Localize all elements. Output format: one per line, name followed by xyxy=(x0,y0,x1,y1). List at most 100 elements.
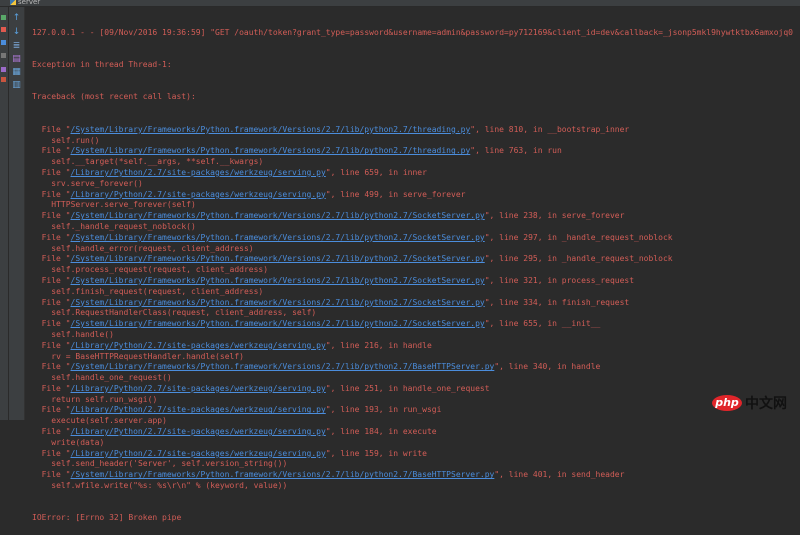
source-code-line: self.__target(*self.__args, **self.__kwa… xyxy=(51,157,264,167)
source-code-line: self.handle_error(request, client_addres… xyxy=(51,243,254,253)
source-code-line: self._handle_request_noblock() xyxy=(51,221,196,231)
file-path-link[interactable]: /Library/Python/2.7/site-packages/werkze… xyxy=(71,427,326,436)
traceback-frame: File "/System/Library/Frameworks/Python.… xyxy=(41,470,625,480)
line-number: 334 xyxy=(523,297,538,307)
source-code-line: self.send_header('Server', self.version_… xyxy=(51,459,288,469)
traceback-header: Traceback (most recent call last): xyxy=(32,92,196,102)
source-code-line: self.wfile.write("%s: %s\r\n" % (keyword… xyxy=(51,481,288,491)
file-path-link[interactable]: /System/Library/Frameworks/Python.framew… xyxy=(71,146,471,155)
traceback-frame: File "/Library/Python/2.7/site-packages/… xyxy=(41,167,427,177)
function-name: _handle_request_noblock xyxy=(561,254,673,264)
console-toolbar: ↑ ↓ ≣ ▤ ▦ ▥ xyxy=(9,7,25,420)
file-path-link[interactable]: /Library/Python/2.7/site-packages/werkze… xyxy=(71,168,326,177)
error-line: IOError: [Errno 32] Broken pipe xyxy=(32,513,182,523)
function-name: finish_request xyxy=(561,297,630,307)
file-path-link[interactable]: /System/Library/Frameworks/Python.framew… xyxy=(71,254,485,263)
traceback-frame: File "/System/Library/Frameworks/Python.… xyxy=(41,146,562,156)
arrow-up-icon[interactable]: ↑ xyxy=(12,14,21,23)
source-code-line: self.RequestHandlerClass(request, client… xyxy=(51,308,317,318)
print-icon[interactable]: ▦ xyxy=(12,68,21,77)
line-number: 193 xyxy=(364,405,379,415)
run-icon[interactable] xyxy=(1,15,6,20)
line-number: 295 xyxy=(523,254,538,264)
file-path-link[interactable]: /System/Library/Frameworks/Python.framew… xyxy=(71,362,495,371)
file-path-link[interactable]: /System/Library/Frameworks/Python.framew… xyxy=(71,298,485,307)
traceback-frame: File "/Library/Python/2.7/site-packages/… xyxy=(41,427,437,437)
traceback-frame: File "/System/Library/Frameworks/Python.… xyxy=(41,297,630,307)
line-number: 655 xyxy=(523,319,538,329)
line-number: 238 xyxy=(523,211,538,221)
console-output[interactable]: 127.0.0.1 - - [09/Nov/2016 19:36:59] "GE… xyxy=(32,6,800,535)
source-code-line: rv = BaseHTTPRequestHandler.handle(self) xyxy=(51,351,244,361)
pin-icon[interactable] xyxy=(1,67,6,72)
left-tool-strip xyxy=(0,7,9,420)
file-path-link[interactable]: /System/Library/Frameworks/Python.framew… xyxy=(71,211,485,220)
traceback-frame: File "/System/Library/Frameworks/Python.… xyxy=(41,211,625,221)
line-number: 340 xyxy=(532,362,548,372)
line-number: 499 xyxy=(364,189,379,199)
traceback-frame: File "/System/Library/Frameworks/Python.… xyxy=(41,124,630,134)
source-code-line: self.run() xyxy=(51,135,100,145)
line-number: 297 xyxy=(523,232,538,242)
scroll-to-end-icon[interactable]: ▤ xyxy=(12,55,21,64)
traceback-frame: File "/Library/Python/2.7/site-packages/… xyxy=(41,405,442,415)
file-path-link[interactable]: /System/Library/Frameworks/Python.framew… xyxy=(71,125,471,134)
line-number: 763 xyxy=(508,146,524,156)
function-name: serve_forever xyxy=(402,189,466,199)
function-name: run_wsgi xyxy=(402,405,442,415)
line-number: 810 xyxy=(508,124,524,134)
function-name: __bootstrap_inner xyxy=(547,124,630,134)
line-number: 184 xyxy=(364,427,379,437)
line-number: 659 xyxy=(364,167,379,177)
stop-icon[interactable] xyxy=(1,27,6,32)
php-logo: php xyxy=(712,395,742,411)
function-name: handle xyxy=(571,362,601,372)
traceback-frame: File "/System/Library/Frameworks/Python.… xyxy=(41,232,673,242)
file-path-link[interactable]: /Library/Python/2.7/site-packages/werkze… xyxy=(71,384,326,393)
file-path-link[interactable]: /System/Library/Frameworks/Python.framew… xyxy=(71,470,495,479)
watermark-text: 中文网 xyxy=(745,396,787,412)
traceback-frame: File "/System/Library/Frameworks/Python.… xyxy=(41,275,635,285)
function-name: send_header xyxy=(571,470,625,480)
traceback-frame: File "/System/Library/Frameworks/Python.… xyxy=(41,319,601,329)
function-name: handle xyxy=(402,340,432,350)
source-code-line: write(data) xyxy=(51,437,105,447)
tab-server[interactable]: server xyxy=(10,0,40,6)
close-icon[interactable] xyxy=(1,77,6,82)
function-name: _handle_request_noblock xyxy=(561,232,673,242)
file-path-link[interactable]: /Library/Python/2.7/site-packages/werkze… xyxy=(71,341,326,350)
file-path-link[interactable]: /System/Library/Frameworks/Python.framew… xyxy=(71,319,485,328)
source-code-line: self.finish_request(request, client_addr… xyxy=(51,286,264,296)
file-path-link[interactable]: /System/Library/Frameworks/Python.framew… xyxy=(71,233,485,242)
traceback-frame: File "/System/Library/Frameworks/Python.… xyxy=(41,254,673,264)
file-path-link[interactable]: /Library/Python/2.7/site-packages/werkze… xyxy=(71,190,326,199)
rerun-icon[interactable] xyxy=(1,40,6,45)
file-path-link[interactable]: /Library/Python/2.7/site-packages/werkze… xyxy=(71,405,326,414)
line-number: 401 xyxy=(532,470,548,480)
function-name: handle_one_request xyxy=(402,383,490,393)
traceback-frame: File "/Library/Python/2.7/site-packages/… xyxy=(41,189,466,199)
line-number: 251 xyxy=(364,383,379,393)
source-code-line: return self.run_wsgi() xyxy=(51,394,158,404)
arrow-down-icon[interactable]: ↓ xyxy=(12,28,21,37)
source-code-line: HTTPServer.serve_forever(self) xyxy=(51,200,196,210)
settings-icon[interactable] xyxy=(1,53,6,58)
file-path-link[interactable]: /System/Library/Frameworks/Python.framew… xyxy=(71,276,485,285)
file-path-link[interactable]: /Library/Python/2.7/site-packages/werkze… xyxy=(71,449,326,458)
function-name: write xyxy=(402,448,427,458)
soft-wrap-icon[interactable]: ≣ xyxy=(12,42,21,51)
python-icon xyxy=(10,0,16,5)
line-number: 321 xyxy=(523,275,538,285)
function-name: execute xyxy=(402,427,437,437)
traceback-frame: File "/Library/Python/2.7/site-packages/… xyxy=(41,383,490,393)
request-log-line: 127.0.0.1 - - [09/Nov/2016 19:36:59] "GE… xyxy=(32,27,793,37)
source-code-line: srv.serve_forever() xyxy=(51,178,143,188)
source-code-line: self.handle_one_request() xyxy=(51,373,172,383)
line-number: 216 xyxy=(364,340,379,350)
trash-icon[interactable]: ▥ xyxy=(12,81,21,90)
source-code-line: self.handle() xyxy=(51,329,114,339)
watermark: php 中文网 xyxy=(712,393,787,413)
function-name: inner xyxy=(402,167,427,177)
function-name: run xyxy=(547,146,562,156)
traceback-frame: File "/Library/Python/2.7/site-packages/… xyxy=(41,340,432,350)
